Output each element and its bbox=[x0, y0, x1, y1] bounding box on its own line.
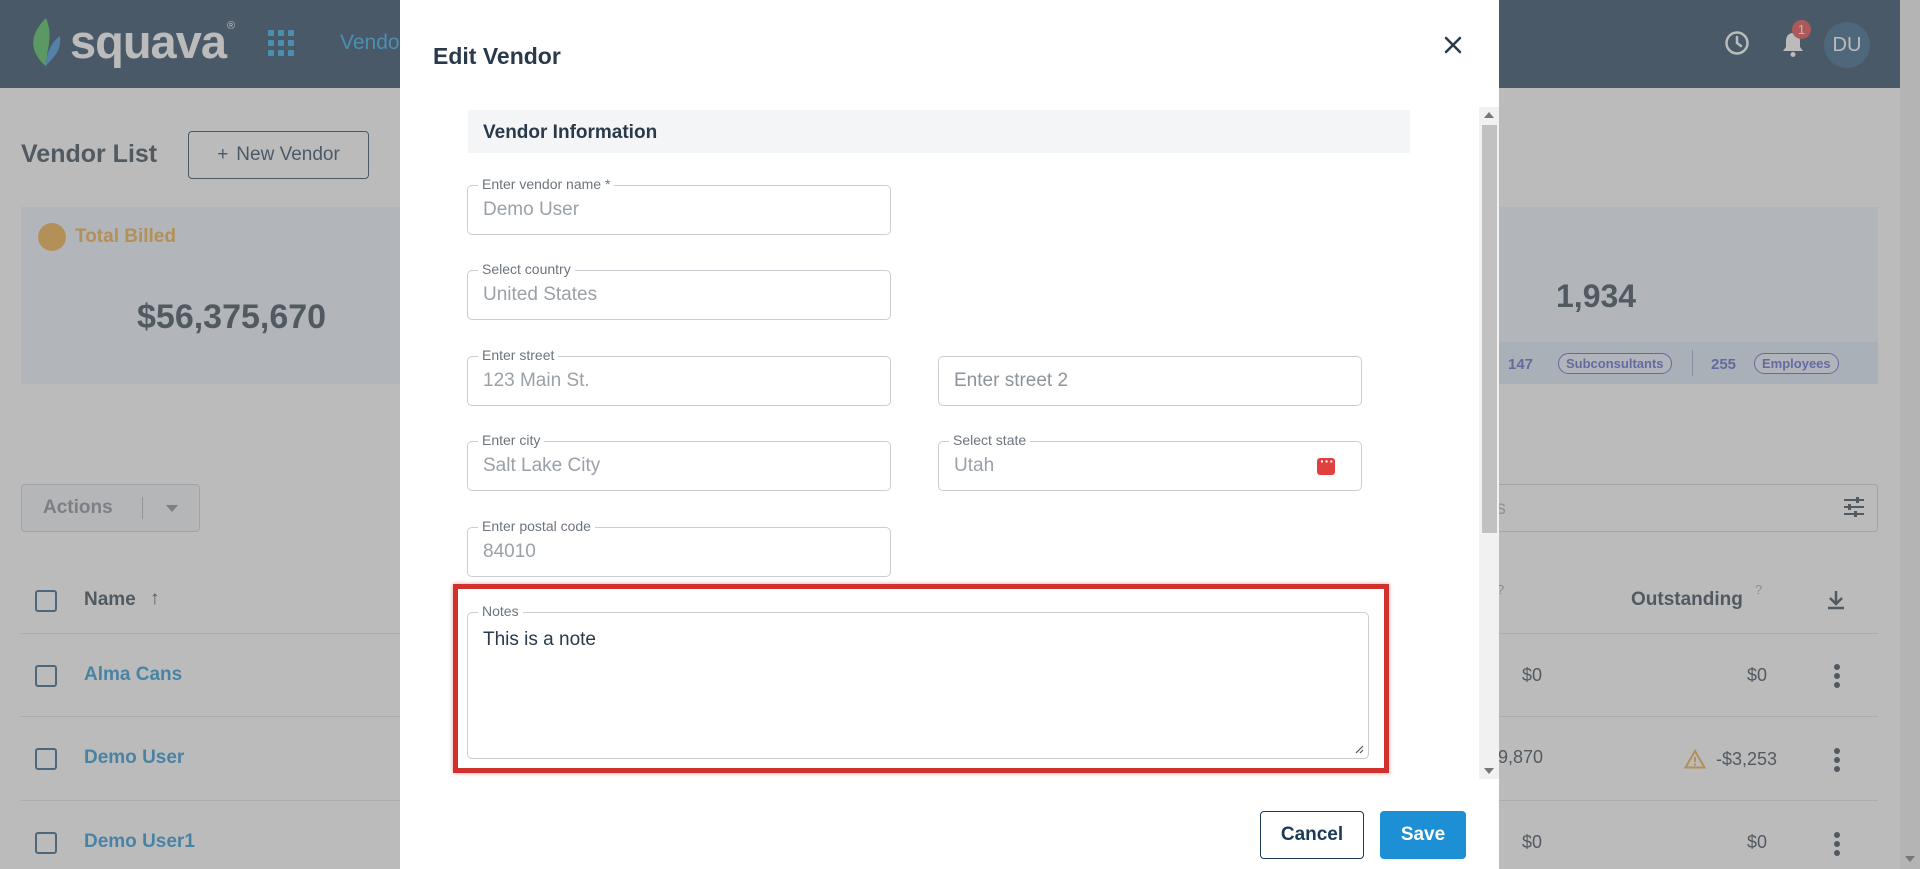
scroll-up-arrow-icon[interactable] bbox=[1484, 112, 1494, 118]
dialog-body: Vendor Information Enter vendor name * D… bbox=[400, 106, 1499, 778]
notes-textarea[interactable]: Notes This is a note bbox=[467, 603, 1369, 759]
scrollbar-thumb[interactable] bbox=[1482, 125, 1497, 533]
field-value: United States bbox=[483, 284, 598, 305]
field-label: Enter street bbox=[478, 347, 559, 363]
close-icon[interactable] bbox=[1443, 35, 1463, 55]
city-field[interactable]: Enter city Salt Lake City bbox=[467, 432, 891, 491]
field-placeholder: Enter street 2 bbox=[954, 370, 1069, 391]
field-value: Utah bbox=[954, 455, 995, 476]
field-label: Select country bbox=[478, 261, 575, 277]
resize-grip-icon[interactable] bbox=[1354, 744, 1364, 754]
field-label: Enter vendor name * bbox=[478, 176, 615, 192]
save-button[interactable]: Save bbox=[1380, 811, 1466, 859]
state-select[interactable]: Select state Utah bbox=[938, 432, 1362, 491]
state-picker-icon[interactable] bbox=[1317, 453, 1335, 475]
street-field[interactable]: Enter street 123 Main St. bbox=[467, 347, 891, 406]
field-value: 123 Main St. bbox=[483, 370, 590, 391]
field-value: Salt Lake City bbox=[483, 455, 601, 476]
scroll-down-arrow-icon[interactable] bbox=[1484, 768, 1494, 774]
field-label: Notes bbox=[478, 603, 523, 619]
field-value: Demo User bbox=[483, 199, 580, 220]
section-title: Vendor Information bbox=[468, 110, 1410, 153]
postal-code-field[interactable]: Enter postal code 84010 bbox=[467, 518, 891, 577]
country-select[interactable]: Select country United States bbox=[467, 261, 891, 320]
field-label: Select state bbox=[949, 432, 1031, 448]
vendor-name-field[interactable]: Enter vendor name * Demo User bbox=[467, 176, 891, 235]
notes-value: This is a note bbox=[483, 629, 596, 650]
field-value: 84010 bbox=[483, 541, 536, 562]
field-label: Enter postal code bbox=[478, 518, 595, 534]
dialog-scrollbar[interactable] bbox=[1479, 107, 1499, 779]
street2-field[interactable]: Enter street 2 bbox=[938, 356, 1362, 406]
dialog-title: Edit Vendor bbox=[433, 43, 561, 69]
edit-vendor-dialog: Edit Vendor Vendor Information Enter ven… bbox=[400, 0, 1499, 869]
cancel-button[interactable]: Cancel bbox=[1260, 811, 1364, 859]
field-label: Enter city bbox=[478, 432, 545, 448]
